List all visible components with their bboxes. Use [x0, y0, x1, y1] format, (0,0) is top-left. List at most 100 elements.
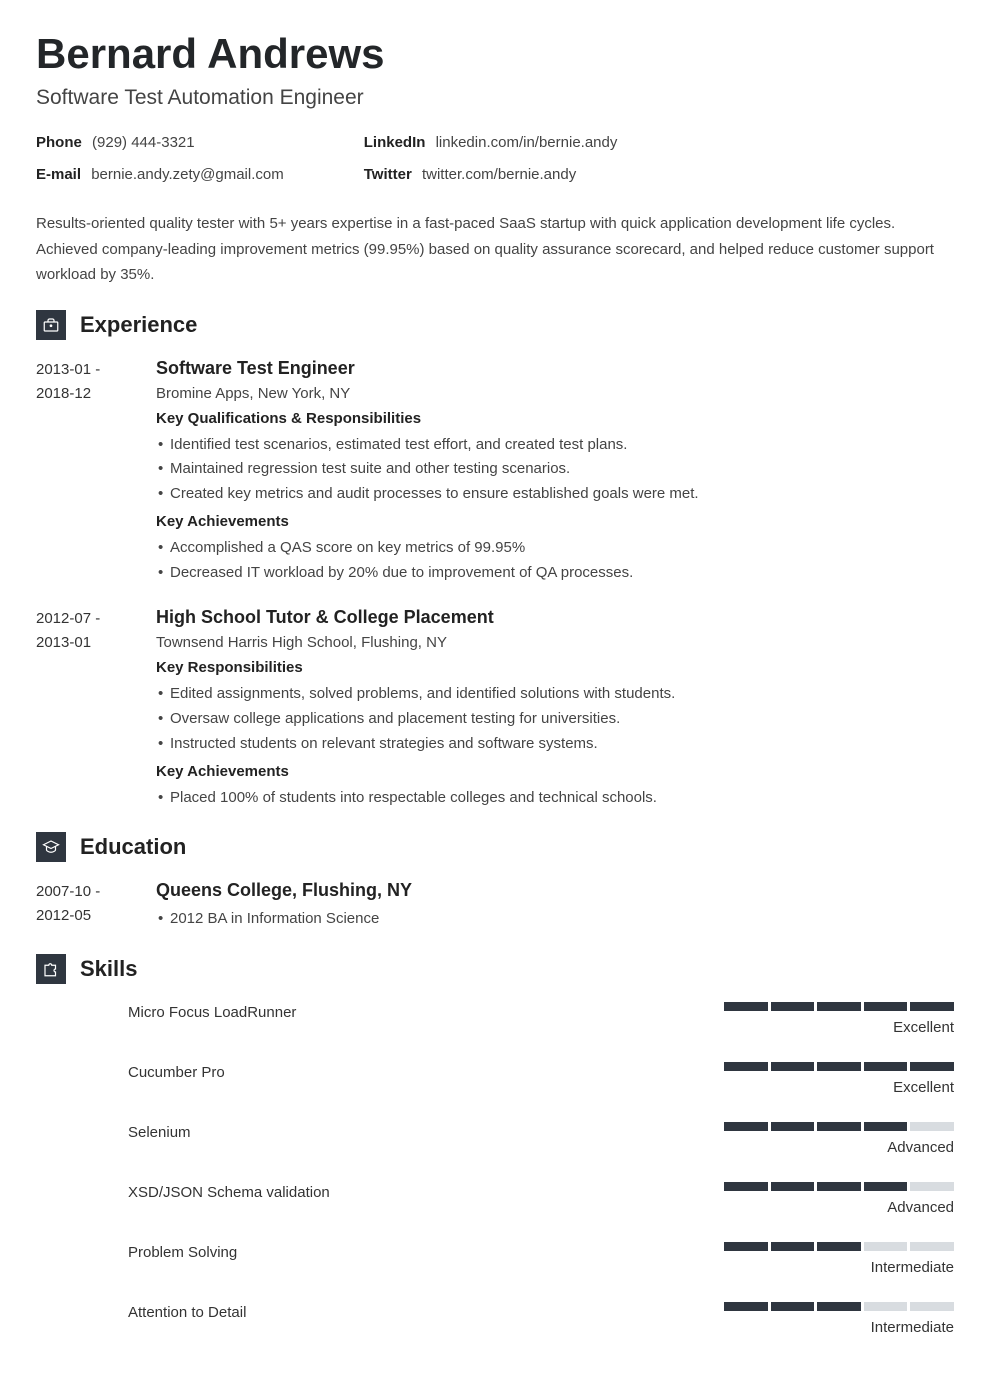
skill-segment	[771, 1242, 815, 1251]
education-entry: 2007-10 -2012-05 Queens College, Flushing…	[36, 880, 954, 932]
entry-heading: Key Qualifications & Responsibilities	[156, 410, 954, 427]
skill-segment	[817, 1002, 861, 1011]
entry-body: Queens College, Flushing, NY 2012 BA in I…	[156, 880, 954, 932]
skill-bar	[724, 1002, 954, 1011]
skill-segment	[724, 1182, 768, 1191]
skill-name: Attention to Detail	[128, 1302, 724, 1321]
skill-segment	[817, 1242, 861, 1251]
section-header-skills: Skills	[36, 954, 954, 984]
skill-segment	[910, 1302, 954, 1311]
skill-segment	[817, 1302, 861, 1311]
name-heading: Bernard Andrews	[36, 30, 954, 78]
skill-segment	[910, 1182, 954, 1191]
contact-email: E-mail bernie.andy.zety@gmail.com	[36, 166, 284, 183]
skill-segment	[724, 1242, 768, 1251]
list-item: Placed 100% of students into respectable…	[156, 786, 954, 811]
list-item: Maintained regression test suite and oth…	[156, 457, 954, 482]
skill-segment	[724, 1062, 768, 1071]
skill-segment	[724, 1122, 768, 1131]
entry-heading: Key Achievements	[156, 763, 954, 780]
skill-name: XSD/JSON Schema validation	[128, 1182, 724, 1201]
skill-bar	[724, 1062, 954, 1071]
skill-level: Excellent	[724, 1079, 954, 1096]
skill-bar	[724, 1302, 954, 1311]
contact-label: Twitter	[364, 166, 412, 183]
skill-meter: Intermediate	[724, 1242, 954, 1276]
skill-name: Cucumber Pro	[128, 1062, 724, 1081]
list-item: Accomplished a QAS score on key metrics …	[156, 536, 954, 561]
skill-meter: Advanced	[724, 1122, 954, 1156]
skill-level: Intermediate	[724, 1319, 954, 1336]
skill-name: Selenium	[128, 1122, 724, 1141]
skill-row: Micro Focus LoadRunnerExcellent	[128, 1002, 954, 1036]
skill-segment	[724, 1002, 768, 1011]
entry-subtitle: Townsend Harris High School, Flushing, N…	[156, 634, 954, 651]
contact-value: bernie.andy.zety@gmail.com	[91, 166, 284, 183]
experience-entry: 2012-07 -2013-01 High School Tutor & Coll…	[36, 607, 954, 810]
skill-segment	[771, 1182, 815, 1191]
skill-segment	[724, 1302, 768, 1311]
contact-label: LinkedIn	[364, 134, 426, 151]
skill-segment	[864, 1122, 908, 1131]
entry-title: Software Test Engineer	[156, 358, 954, 379]
skill-level: Excellent	[724, 1019, 954, 1036]
skill-meter: Excellent	[724, 1002, 954, 1036]
skill-segment	[817, 1182, 861, 1191]
skill-segment	[817, 1062, 861, 1071]
skill-level: Intermediate	[724, 1259, 954, 1276]
skill-segment	[864, 1182, 908, 1191]
skill-row: Attention to DetailIntermediate	[128, 1302, 954, 1336]
skill-level: Advanced	[724, 1139, 954, 1156]
section-title: Education	[80, 834, 186, 860]
contact-value: linkedin.com/in/bernie.andy	[436, 134, 618, 151]
skill-segment	[771, 1002, 815, 1011]
entry-heading: Key Responsibilities	[156, 659, 954, 676]
education-entries: 2007-10 -2012-05 Queens College, Flushing…	[36, 880, 954, 932]
list-item: 2012 BA in Information Science	[156, 907, 954, 932]
section-header-education: Education	[36, 832, 954, 862]
skill-segment	[771, 1062, 815, 1071]
entry-list: Identified test scenarios, estimated tes…	[156, 433, 954, 507]
contact-value: (929) 444-3321	[92, 134, 195, 151]
section-title: Experience	[80, 312, 197, 338]
entry-title: High School Tutor & College Placement	[156, 607, 954, 628]
skill-segment	[771, 1122, 815, 1131]
entry-subtitle: Bromine Apps, New York, NY	[156, 385, 954, 402]
entry-heading: Key Achievements	[156, 513, 954, 530]
section-header-experience: Experience	[36, 310, 954, 340]
list-item: Instructed students on relevant strategi…	[156, 732, 954, 757]
contact-col-right: LinkedIn linkedin.com/in/bernie.andy Twi…	[364, 134, 618, 183]
skill-row: Cucumber ProExcellent	[128, 1062, 954, 1096]
skill-level: Advanced	[724, 1199, 954, 1216]
skill-segment	[910, 1062, 954, 1071]
skill-bar	[724, 1122, 954, 1131]
entry-dates: 2013-01 -2018-12	[36, 358, 126, 586]
list-item: Oversaw college applications and placeme…	[156, 707, 954, 732]
skill-meter: Advanced	[724, 1182, 954, 1216]
list-item: Identified test scenarios, estimated tes…	[156, 433, 954, 458]
summary-text: Results-oriented quality tester with 5+ …	[36, 211, 954, 288]
skill-row: XSD/JSON Schema validationAdvanced	[128, 1182, 954, 1216]
skill-segment	[864, 1302, 908, 1311]
skill-name: Problem Solving	[128, 1242, 724, 1261]
entry-title: Queens College, Flushing, NY	[156, 880, 954, 901]
contact-grid: Phone (929) 444-3321 E-mail bernie.andy.…	[36, 134, 954, 183]
list-item: Created key metrics and audit processes …	[156, 482, 954, 507]
experience-entries: 2013-01 -2018-12 Software Test Engineer Br…	[36, 358, 954, 811]
skill-segment	[864, 1062, 908, 1071]
puzzle-icon	[36, 954, 66, 984]
entry-dates: 2012-07 -2013-01	[36, 607, 126, 810]
skill-row: Problem SolvingIntermediate	[128, 1242, 954, 1276]
contact-label: E-mail	[36, 166, 81, 183]
entry-body: Software Test Engineer Bromine Apps, New …	[156, 358, 954, 586]
skill-segment	[864, 1242, 908, 1251]
skill-segment	[817, 1122, 861, 1131]
skill-segment	[910, 1242, 954, 1251]
entry-list: Placed 100% of students into respectable…	[156, 786, 954, 811]
entry-dates: 2007-10 -2012-05	[36, 880, 126, 932]
skill-segment	[864, 1002, 908, 1011]
briefcase-icon	[36, 310, 66, 340]
graduation-cap-icon	[36, 832, 66, 862]
skill-meter: Intermediate	[724, 1302, 954, 1336]
skill-meter: Excellent	[724, 1062, 954, 1096]
